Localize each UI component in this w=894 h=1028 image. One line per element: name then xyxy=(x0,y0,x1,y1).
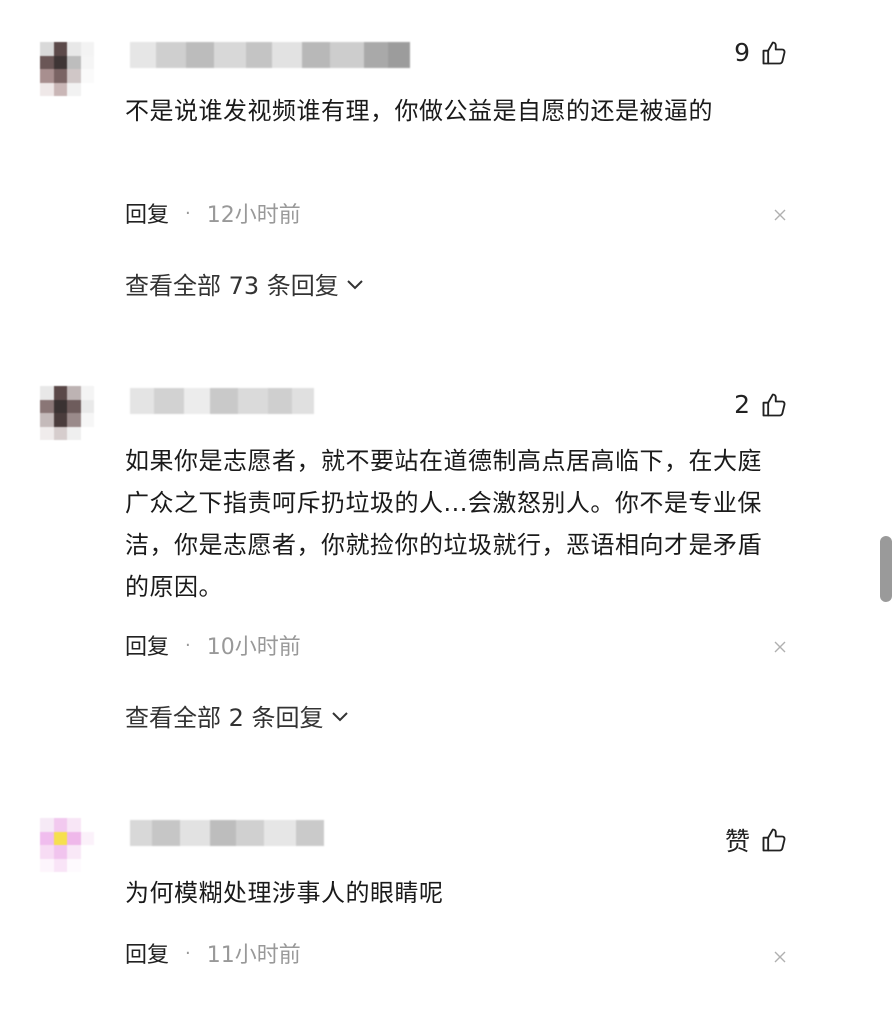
comment-list: 9 不是说谁发视频谁有理，你做公益是自愿的还是被逼的 回复 · 12小时前 查看… xyxy=(0,0,894,1028)
close-icon[interactable] xyxy=(772,949,788,965)
comment-time: 10小时前 xyxy=(206,635,301,660)
reply-button[interactable]: 回复 xyxy=(125,937,169,969)
scrollbar-thumb[interactable] xyxy=(880,536,892,602)
like-count: 2 xyxy=(734,390,750,419)
username-blurred[interactable] xyxy=(130,820,324,846)
thumbs-up-icon xyxy=(762,828,786,852)
like-count: 9 xyxy=(734,38,750,67)
chevron-down-icon xyxy=(331,711,348,721)
like-button[interactable]: 9 xyxy=(734,38,788,67)
reply-button[interactable]: 回复 xyxy=(125,629,169,661)
meta-separator: · xyxy=(185,942,191,964)
like-button[interactable]: 赞 xyxy=(725,822,788,858)
like-label: 赞 xyxy=(724,827,750,856)
meta-separator: · xyxy=(185,634,191,656)
view-all-replies-button[interactable]: 查看全部 2 条回复 xyxy=(125,698,350,733)
thumbs-up-icon xyxy=(762,393,786,416)
comment-text: 为何模糊处理涉事人的眼睛呢 xyxy=(125,879,444,907)
thumbs-up-icon xyxy=(762,41,786,64)
meta-separator: · xyxy=(185,202,191,224)
close-icon[interactable] xyxy=(772,207,788,223)
like-button[interactable]: 2 xyxy=(734,390,788,419)
comment-time: 12小时前 xyxy=(206,203,301,228)
comment-text: 如果你是志愿者，就不要站在道德制高点居高临下，在大庭广众之下指责呵斥扔垃圾的人.… xyxy=(125,447,762,601)
username-blurred[interactable] xyxy=(130,42,410,68)
view-all-replies-button[interactable]: 查看全部 73 条回复 xyxy=(125,266,365,301)
avatar[interactable] xyxy=(40,818,94,872)
comment-meta: 回复 · 11小时前 xyxy=(125,937,301,969)
avatar[interactable] xyxy=(40,42,94,96)
comment-meta: 回复 · 12小时前 xyxy=(125,197,301,229)
comment-text: 不是说谁发视频谁有理，你做公益是自愿的还是被逼的 xyxy=(125,97,713,125)
comment-meta: 回复 · 10小时前 xyxy=(125,629,301,661)
comment-time: 11小时前 xyxy=(206,943,301,968)
view-all-replies-label: 查看全部 2 条回复 xyxy=(125,704,324,732)
username-blurred[interactable] xyxy=(130,388,314,414)
chevron-down-icon xyxy=(347,279,363,289)
close-icon[interactable] xyxy=(772,639,788,655)
view-all-replies-label: 查看全部 73 条回复 xyxy=(125,272,339,300)
reply-button[interactable]: 回复 xyxy=(125,197,169,229)
avatar[interactable] xyxy=(40,386,94,440)
